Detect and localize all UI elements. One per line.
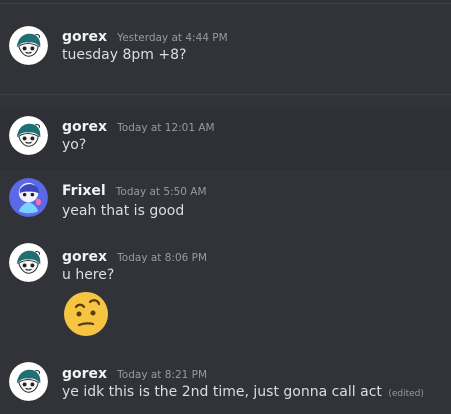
message-item[interactable]: gorex Today at 12:01 AM yo? (0, 108, 451, 170)
message-content: tuesday 8pm +8? (62, 47, 187, 63)
message-author[interactable]: gorex (62, 119, 107, 135)
message-timestamp[interactable]: Today at 8:21 PM (117, 369, 207, 381)
message-item[interactable]: gorex Today at 8:21 PM ye idk this is th… (0, 355, 451, 414)
gorex-avatar-icon (9, 116, 48, 155)
message-content: ye idk this is the 2nd time, just gonna … (62, 384, 424, 400)
message-item[interactable]: gorex Yesterday at 4:44 PM tuesday 8pm +… (0, 18, 451, 78)
face-with-raised-eyebrow-emoji[interactable] (62, 290, 110, 338)
user-avatar[interactable] (9, 116, 48, 155)
gorex-avatar-icon (9, 26, 48, 65)
message-item[interactable]: gorex Today at 8:06 PM u here? (0, 238, 451, 348)
gorex-avatar-icon (9, 243, 48, 282)
edited-label: (edited) (388, 389, 424, 399)
message-author[interactable]: gorex (62, 366, 107, 382)
message-timestamp[interactable]: Today at 5:50 AM (116, 186, 207, 198)
user-avatar[interactable] (9, 243, 48, 282)
message-author[interactable]: Frixel (62, 183, 106, 199)
user-avatar[interactable] (9, 362, 48, 401)
top-divider (0, 3, 451, 4)
message-timestamp[interactable]: Today at 8:06 PM (117, 252, 207, 264)
frixel-avatar-icon (9, 178, 48, 217)
message-timestamp[interactable]: Yesterday at 4:44 PM (117, 32, 228, 44)
message-content: u here? (62, 267, 115, 283)
gorex-avatar-icon (9, 362, 48, 401)
message-content: yeah that is good (62, 203, 185, 219)
user-avatar[interactable] (9, 178, 48, 217)
face-with-raised-eyebrow-icon (64, 292, 108, 336)
message-text: ye idk this is the 2nd time, just gonna … (62, 384, 382, 400)
message-timestamp[interactable]: Today at 12:01 AM (117, 122, 214, 134)
message-item[interactable]: Frixel Today at 5:50 AM yeah that is goo… (0, 172, 451, 230)
message-divider (0, 94, 451, 95)
message-content: yo? (62, 137, 87, 153)
message-author[interactable]: gorex (62, 29, 107, 45)
user-avatar[interactable] (9, 26, 48, 65)
message-author[interactable]: gorex (62, 249, 107, 265)
